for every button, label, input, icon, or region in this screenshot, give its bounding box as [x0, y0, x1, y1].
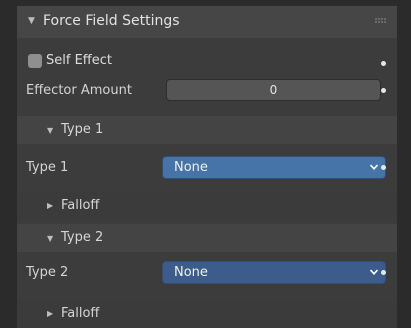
triangle-down-icon: ▼: [47, 234, 54, 243]
type2-label: Type 2: [26, 265, 69, 280]
self-effect-label[interactable]: Self Effect: [46, 53, 112, 68]
self-effect-checkbox[interactable]: [28, 54, 42, 68]
type1-section-title: Type 1: [61, 122, 104, 137]
keyframe-dot-icon[interactable]: [381, 165, 386, 170]
self-effect-row: Self Effect: [17, 48, 397, 70]
type1-selected-value: None: [174, 160, 208, 175]
panel-header[interactable]: ▼ Force Field Settings: [17, 6, 397, 38]
type1-select[interactable]: None: [162, 156, 386, 179]
chevron-down-icon: [369, 269, 379, 275]
triangle-right-icon: ▶: [47, 201, 54, 210]
drag-grip-icon[interactable]: [375, 18, 387, 26]
effector-amount-field[interactable]: 0: [166, 79, 381, 101]
type1-subpanel-header[interactable]: ▼ Type 1: [17, 116, 397, 144]
chevron-down-icon: [369, 164, 379, 170]
force-field-settings-panel: ▼ Force Field Settings Self Effect Effec…: [17, 6, 397, 328]
type1-label: Type 1: [26, 160, 69, 175]
effector-amount-label: Effector Amount: [26, 83, 132, 98]
type2-selected-value: None: [174, 265, 208, 280]
panel-title: Force Field Settings: [43, 13, 180, 29]
type1-falloff-label: Falloff: [61, 198, 100, 213]
type2-falloff-header[interactable]: ▶ Falloff: [17, 300, 397, 328]
triangle-down-icon: ▼: [28, 16, 35, 26]
type1-falloff-header[interactable]: ▶ Falloff: [17, 192, 397, 220]
keyframe-dot-icon[interactable]: [381, 61, 386, 66]
keyframe-dot-icon[interactable]: [381, 88, 386, 93]
triangle-down-icon: ▼: [47, 126, 54, 135]
type2-section-title: Type 2: [61, 230, 104, 245]
keyframe-dot-icon[interactable]: [381, 270, 386, 275]
type2-subpanel-header[interactable]: ▼ Type 2: [17, 224, 397, 252]
triangle-right-icon: ▶: [47, 309, 54, 318]
type2-select[interactable]: None: [162, 261, 386, 284]
type2-falloff-label: Falloff: [61, 306, 100, 321]
